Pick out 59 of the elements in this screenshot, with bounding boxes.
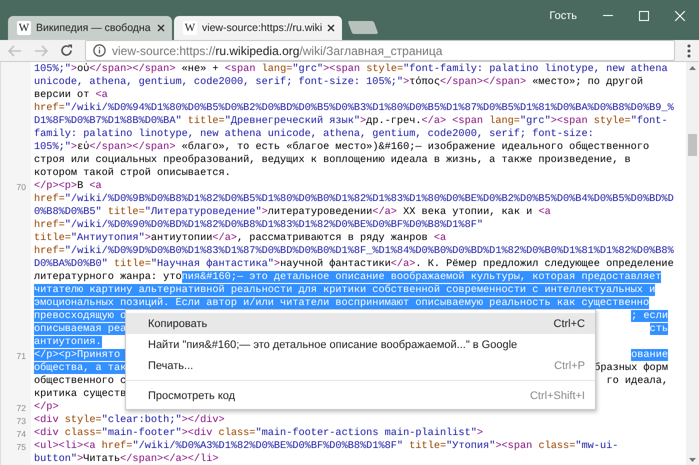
shortcut-label: Ctrl+Shift+I bbox=[530, 390, 585, 402]
scroll-up-icon[interactable] bbox=[689, 66, 696, 70]
code-line: <div class="main-footer"><div class="main-footer-actions main-plainlist"> bbox=[33, 427, 484, 440]
shortcut-label: Ctrl+P bbox=[554, 360, 585, 372]
code-line: котором такой строй описывается. bbox=[33, 167, 231, 180]
menu-item[interactable]: Печать... Ctrl+P bbox=[126, 355, 595, 376]
info-icon[interactable] bbox=[93, 44, 106, 57]
line-number: 72 bbox=[16, 402, 26, 412]
url-text: view-source:https://ru.wikipedia.org/wiki/Заглавная_страница bbox=[112, 44, 442, 58]
scrollbar[interactable] bbox=[686, 62, 699, 465]
code-line: unicode, athena, gentium, code2000, serif; font-size: 105%;">τόπος</span></span> «место»; по другой bbox=[33, 76, 643, 89]
close-icon[interactable] bbox=[157, 24, 165, 32]
code-line: button">Читать</span></a></li> bbox=[33, 453, 219, 465]
reload-icon[interactable] bbox=[60, 44, 73, 57]
line-number: 73 bbox=[16, 416, 26, 426]
code-line: href="/wiki/%D0%90%D0%BD%D1%82%D0%B8%D1%83%D1%82%D0%BE%D0%BF%D0%B8%D1%8F" bbox=[33, 219, 484, 232]
code-line: версии от <a bbox=[33, 89, 108, 102]
code-line-fragment: сть bbox=[648, 323, 668, 336]
minimize-icon[interactable] bbox=[603, 15, 613, 17]
menu-item[interactable]: Просмотреть код Ctrl+Shift+I bbox=[126, 385, 595, 406]
address-bar[interactable]: view-source:https://ru.wikipedia.org/wiki/Заглавная_страница bbox=[85, 40, 675, 61]
maximize-icon[interactable] bbox=[639, 11, 649, 21]
browser-tab[interactable]: W view-source:https://ru.wiki bbox=[174, 16, 342, 40]
new-tab-button[interactable] bbox=[348, 21, 379, 34]
code-line: href="/wiki/%D0%9D%D0%B0%D1%83%D1%87%D0%BD%D0%B0%D1%8F_%D1%84%D0%B0%D0%BD%D1%82%D0%B0%D1%81%D1%82%D0%B8% bbox=[33, 245, 674, 258]
line-number: 74 bbox=[16, 428, 26, 438]
code-line: критика существ bbox=[33, 388, 126, 401]
close-icon[interactable] bbox=[327, 24, 336, 32]
code-line: D1%8F%D0%B7%D1%8B%D0%BA" title="Древнегреческий язык">др.-греч.</a> <span lang="grc"><span style="font- bbox=[33, 115, 668, 128]
code-line: href="/wiki/%D0%9B%D0%B8%D1%82%D0%B5%D1%80%D0%B0%D1%82%D1%83%D1%80%D0%BE%D0%B2%D0%B5%D0%B4%D0%B5%D0%BD%D bbox=[33, 193, 674, 206]
menu-item[interactable]: Копировать Ctrl+C bbox=[126, 313, 595, 334]
favicon-icon: W bbox=[183, 21, 197, 35]
scroll-down-icon[interactable] bbox=[689, 458, 696, 462]
code-line: литературного жанра: утопия&#160;— это детальное описание воображаемой культуры, которая предоставляет bbox=[33, 271, 662, 284]
code-line: <ul><li><a href="/wiki/%D0%A3%D1%82%D0%BE%D0%BF%D0%B8%D1%8F" title="Утопия"><span class="mw-ui- bbox=[33, 440, 618, 453]
line-number: 75 bbox=[16, 442, 26, 452]
code-line: href="/wiki/%D0%94%D1%80%D0%B5%D0%B2%D0%BD%D0%B5%D0%B3%D1%80%D0%B5%D1%87%D0%B5%D1%81%D0%BA%D0%B8%D0%B9_% bbox=[33, 102, 674, 115]
line-number: 71 bbox=[16, 350, 26, 360]
code-line: <div style="clear:both;"></div> bbox=[33, 414, 225, 427]
code-line: family: palatino linotype, new athena unicode, athena, gentium, code2000, serif; font-size: bbox=[33, 128, 594, 141]
code-line: </p><p>В <a bbox=[33, 180, 102, 193]
code-line: title="Антиутопия">антиутопии</a>, рассматриваются в ряду жанров <a bbox=[33, 232, 446, 245]
code-line: 0%B8%D0%B5" title="Литературоведение">литературоведении</a> XX века утопии, как и <a bbox=[33, 206, 551, 219]
code-line-fragment: ование bbox=[630, 349, 668, 362]
menu-item[interactable]: Найти "пия&#160;— это детальное описание воображаемой..." в Google bbox=[126, 334, 595, 355]
scrollbar-thumb[interactable] bbox=[688, 134, 697, 156]
code-line: 105%;">οὐ</span></span> «не» + <span lang="grc"><span style="font-family: palatino linotype, new athena bbox=[33, 63, 668, 76]
code-line-fragment: го идеала, bbox=[605, 375, 668, 388]
line-number: 70 bbox=[16, 182, 26, 192]
code-line: 105%;">εὐ</span></span> «благо», то есть «благое место»)&#160;— изображение идеального общественного bbox=[33, 141, 650, 154]
menu-icon[interactable] bbox=[687, 44, 691, 58]
code-line: </p> bbox=[33, 401, 59, 414]
code-line: D0%BA%D0%B0" title="Научная фантастика">научной фантастики</a>. К. Рёмер предложил следующее определение bbox=[33, 258, 674, 271]
code-line-fragment: ; если bbox=[630, 310, 668, 323]
code-line: строя или социальных преобразований, ведущих к воплощению идеала в жизнь, а также произведение, в bbox=[33, 154, 631, 167]
browser-tab[interactable]: W Википедия — свободна bbox=[8, 16, 172, 40]
favicon-icon: W bbox=[17, 21, 31, 35]
profile-name[interactable]: Гость bbox=[549, 10, 577, 22]
shortcut-label: Ctrl+C bbox=[554, 318, 585, 330]
